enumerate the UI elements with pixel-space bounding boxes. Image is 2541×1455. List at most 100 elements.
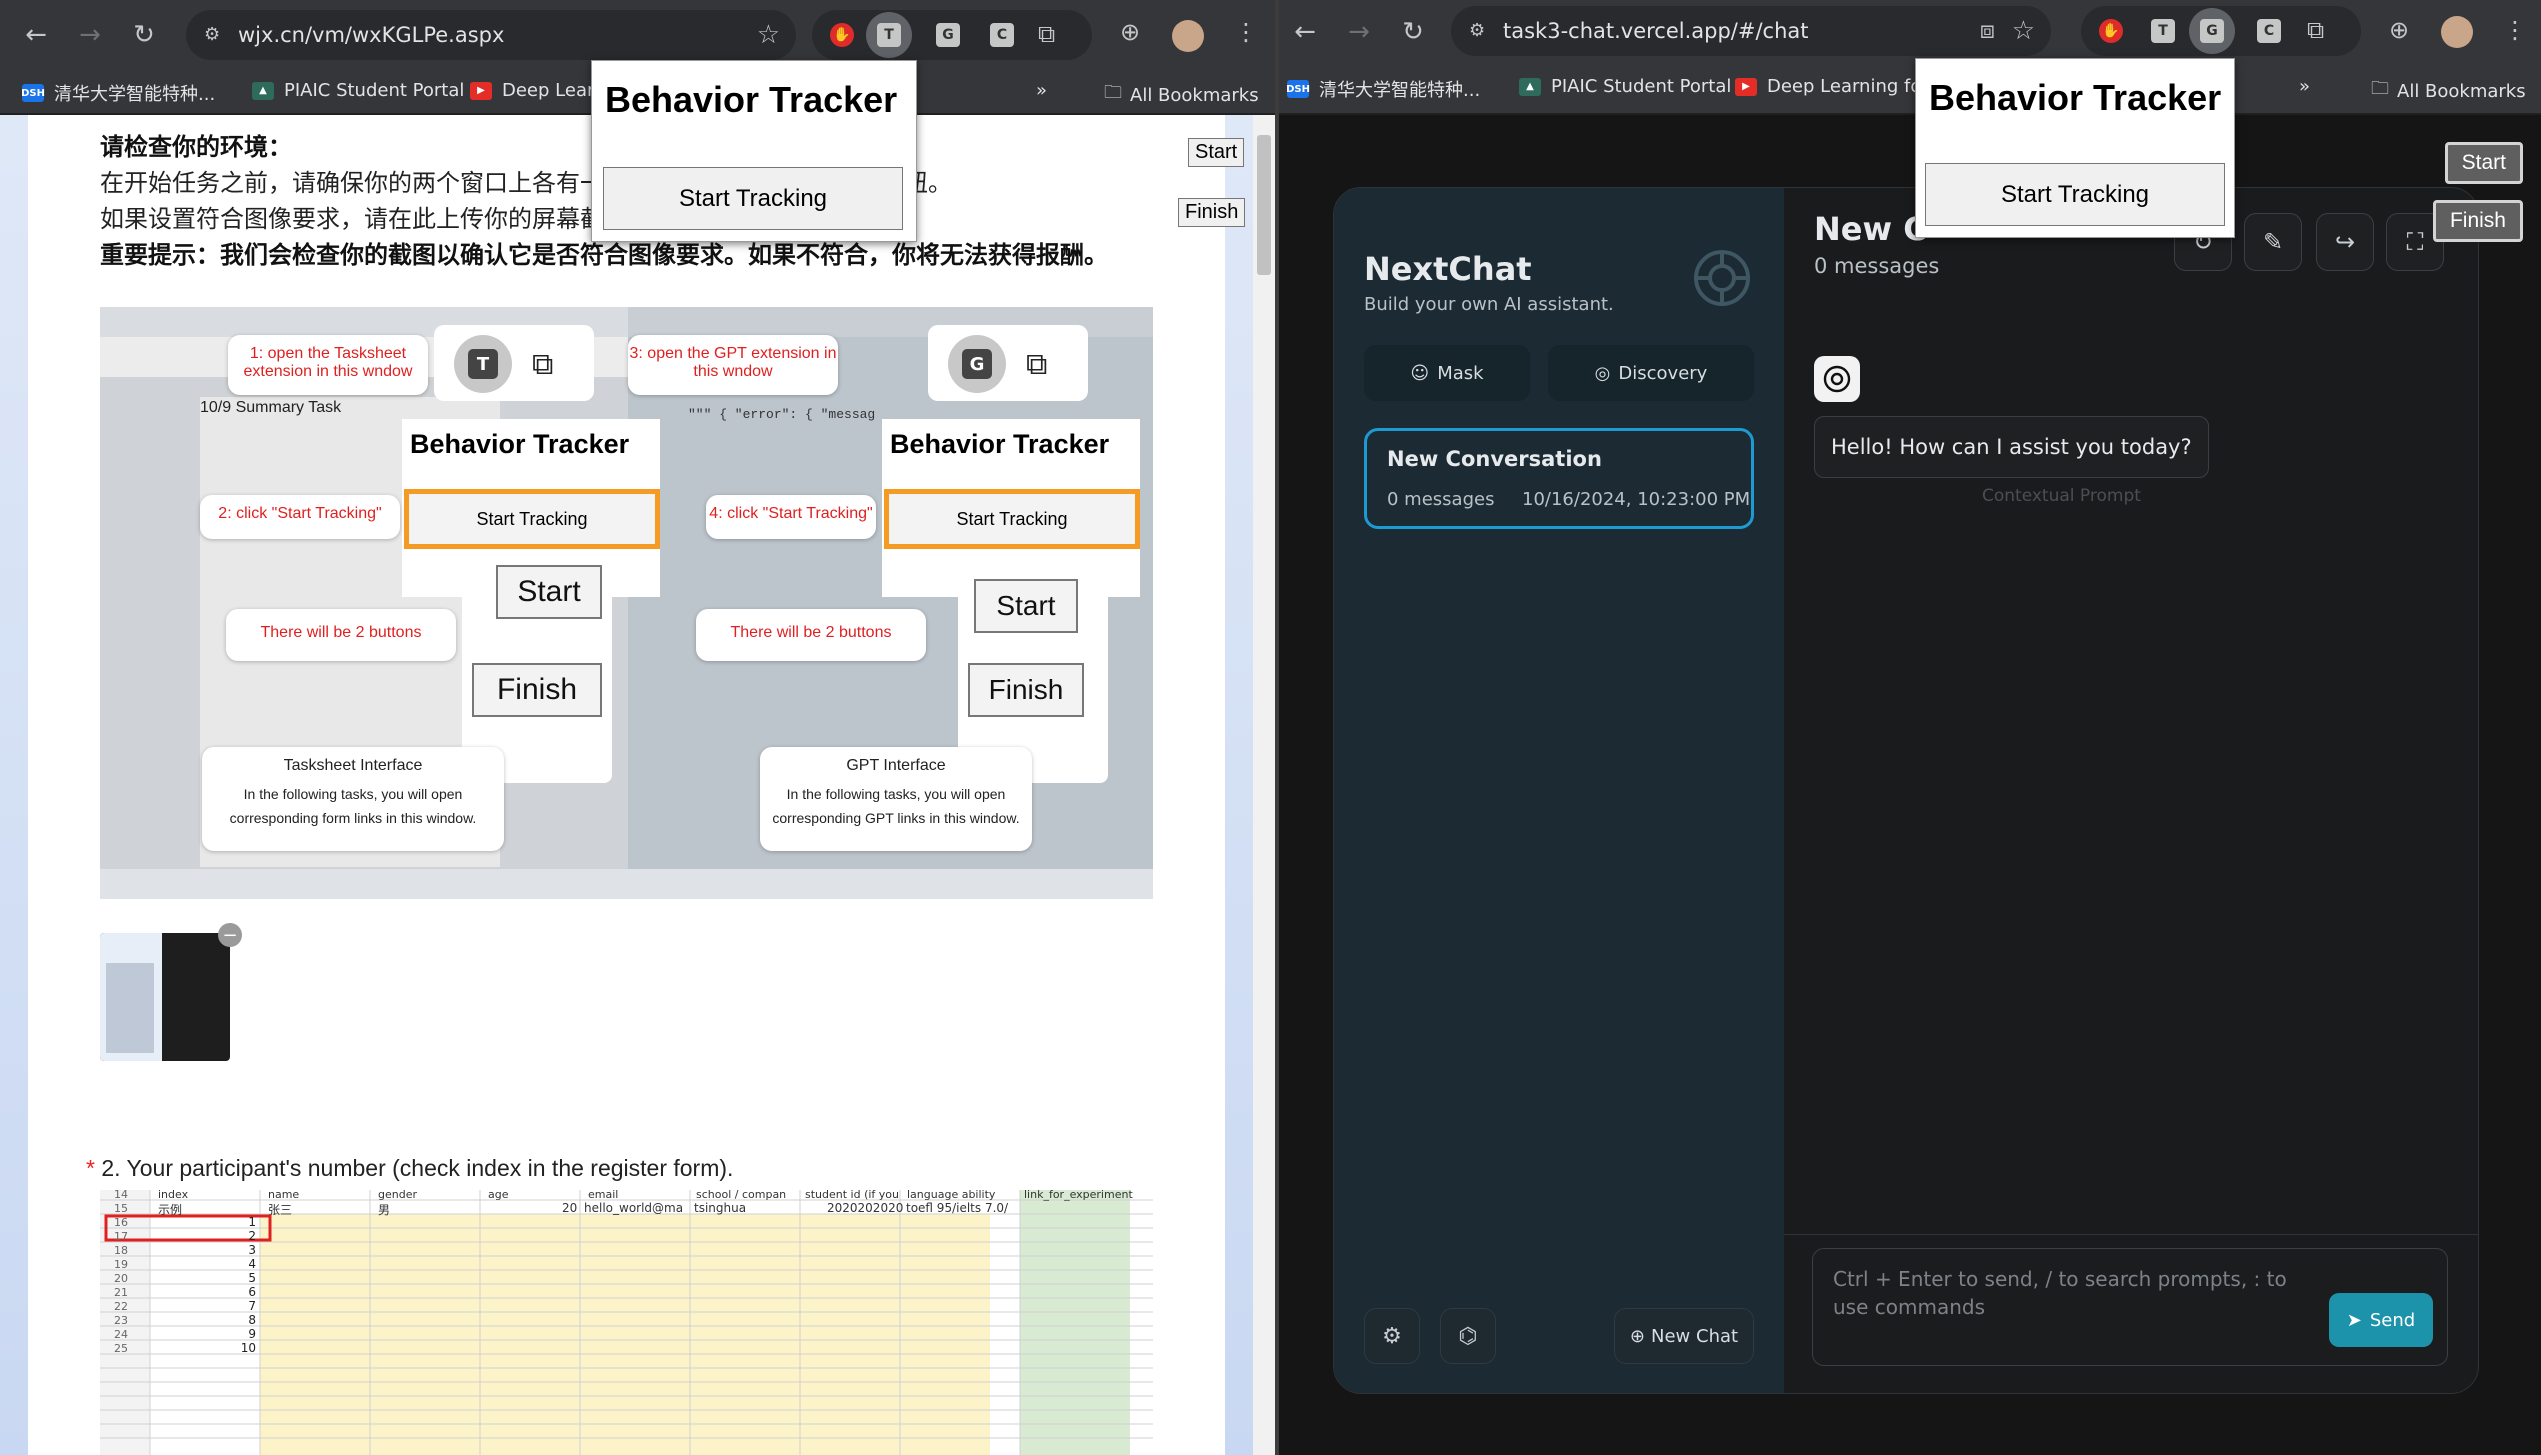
left-start-button[interactable]: Start xyxy=(1188,138,1245,167)
right-bookmarks-bar: DSH 清华大学智能特种... ▲ PIAIC Student Portal ▶ De… xyxy=(1279,70,2541,114)
back-icon-right[interactable]: ← xyxy=(1283,10,1327,54)
nextchat-app: NextChat Build your own AI assistant. ☺ M… xyxy=(1333,187,2479,1394)
right-start-button[interactable]: Start xyxy=(2444,142,2523,184)
site-settings-icon[interactable]: ⚙ xyxy=(204,24,220,45)
survey-page: 请检查你的环境： 在开始任务之前，请确保你的两个窗口上各有一 扭。 如果设置符合图… xyxy=(0,115,1275,1455)
shield-extension-icon-right[interactable]: ✋ xyxy=(2099,19,2123,43)
settings-icon[interactable]: ⚙ xyxy=(1364,1308,1420,1364)
chat-input[interactable]: Ctrl + Enter to send, / to search prompt… xyxy=(1812,1248,2448,1366)
bookmarks-overflow-right[interactable]: » xyxy=(2299,76,2310,97)
piaic-favicon-icon-right: ▲ xyxy=(1519,77,1541,96)
youtube-favicon-icon-right: ▶ xyxy=(1735,77,1757,96)
remove-upload-icon[interactable]: − xyxy=(218,923,242,947)
bookmark-tsinghua-right[interactable]: DSH 清华大学智能特种... xyxy=(1286,76,1480,102)
download-icon[interactable]: ⊕ xyxy=(1120,18,1140,46)
sheet-index-value: 5 xyxy=(248,1271,256,1285)
left-behavior-tracker-popup: Behavior Tracker Start Tracking xyxy=(591,60,917,242)
scrollbar-thumb[interactable] xyxy=(1257,135,1271,275)
sheet-example-cell-2: 男 xyxy=(378,1203,391,1217)
bookmark-deep-learning-right[interactable]: ▶ Deep Learning for xyxy=(1735,76,1929,97)
contextual-prompt-label: Contextual Prompt xyxy=(1982,486,2141,506)
right-toolbar: ← → ↻ ⚙ task3-chat.vercel.app/#/chat ⧈ ☆… xyxy=(1279,0,2541,70)
g-extension-icon[interactable]: G xyxy=(936,23,960,47)
download-icon-right[interactable]: ⊕ xyxy=(2389,16,2409,44)
guide-puzzle-icon-2: ⧉ xyxy=(1026,347,1048,382)
share-icon[interactable]: ↪ xyxy=(2316,213,2374,271)
sheet-example-cell-3: 20 xyxy=(562,1201,578,1215)
conversation-count: 0 messages xyxy=(1387,489,1495,510)
reload-icon-right[interactable]: ↻ xyxy=(1391,10,1435,54)
site-settings-icon-right[interactable]: ⚙ xyxy=(1469,20,1485,41)
c-extension-icon[interactable]: C xyxy=(990,23,1014,47)
reload-icon[interactable]: ↻ xyxy=(122,13,166,57)
address-bar[interactable]: ⚙ wjx.cn/vm/wxKGLPe.aspx ☆ xyxy=(186,10,796,60)
guide-start-right: Start xyxy=(974,579,1078,633)
c-extension-icon-right[interactable]: C xyxy=(2257,19,2281,43)
edit-icon[interactable]: ✎ xyxy=(2244,213,2302,271)
sheet-row-number: 25 xyxy=(114,1342,128,1355)
shield-extension-icon[interactable]: ✋ xyxy=(830,23,854,47)
menu-kebab-icon-right[interactable]: ⋮ xyxy=(2503,16,2527,44)
puzzle-extensions-icon-right[interactable]: ⧉ xyxy=(2307,16,2324,44)
forward-icon-right[interactable]: → xyxy=(1337,10,1381,54)
send-button[interactable]: ➤ Send xyxy=(2329,1293,2433,1347)
sheet-header-index: index xyxy=(158,1190,189,1201)
guide-ext-toolbar-2: G ⧉ xyxy=(928,325,1088,401)
forward-icon[interactable]: → xyxy=(68,13,112,57)
right-finish-button[interactable]: Finish xyxy=(2432,200,2523,242)
guide-tasksheet-card: Tasksheet Interface In the following tas… xyxy=(202,747,504,851)
mask-icon: ☺ xyxy=(1410,362,1430,384)
setup-guide-image: 10/9 Summary Task """ { "error": { "mess… xyxy=(100,307,1153,899)
install-app-icon[interactable]: ⧈ xyxy=(1980,16,1995,44)
conversation-date: 10/16/2024, 10:23:00 PM xyxy=(1522,489,1751,510)
piaic-favicon-icon: ▲ xyxy=(252,81,274,100)
new-chat-button[interactable]: ⊕ New Chat xyxy=(1614,1308,1754,1364)
g-extension-icon-right[interactable]: G xyxy=(2200,19,2224,43)
bookmark-star-icon[interactable]: ☆ xyxy=(757,20,780,50)
all-bookmarks[interactable]: 🗀 All Bookmarks xyxy=(1104,80,1259,110)
bookmark-piaic[interactable]: ▲ PIAIC Student Portal xyxy=(252,80,464,101)
env-title: 请检查你的环境： xyxy=(100,133,292,161)
bookmark-tsinghua[interactable]: DSH 清华大学智能特种... xyxy=(21,80,215,106)
t-extension-icon[interactable]: T xyxy=(877,23,901,47)
conversation-item[interactable]: New Conversation 0 messages 10/16/2024, … xyxy=(1364,428,1754,529)
guide-step-1: 1: open the Tasksheet extension in this … xyxy=(228,335,428,395)
guide-taskbar xyxy=(100,869,1153,899)
input-divider xyxy=(1784,1234,2478,1235)
page-scrollbar[interactable] xyxy=(1253,115,1275,1455)
left-finish-button[interactable]: Finish xyxy=(1178,198,1246,227)
t-extension-icon-right[interactable]: T xyxy=(2151,19,2175,43)
right-behavior-tracker-popup: Behavior Tracker Start Tracking xyxy=(1915,58,2235,238)
right-start-tracking-button[interactable]: Start Tracking xyxy=(1925,163,2225,226)
sheet-header-email: email xyxy=(588,1190,619,1201)
discovery-button[interactable]: ◎ Discovery xyxy=(1548,345,1754,401)
left-side-gradient xyxy=(0,115,28,1455)
address-bar-right[interactable]: ⚙ task3-chat.vercel.app/#/chat ⧈ ☆ xyxy=(1451,6,2051,56)
bookmark-deep-learning[interactable]: ▶ Deep Learn xyxy=(470,80,605,101)
conversation-title: New Conversation xyxy=(1387,447,1602,471)
left-tracker-title: Behavior Tracker xyxy=(605,79,898,120)
guide-puzzle-icon: ⧉ xyxy=(532,347,554,382)
menu-kebab-icon[interactable]: ⋮ xyxy=(1234,18,1258,46)
sheet-row-number: 14 xyxy=(114,1190,128,1201)
back-icon[interactable]: ← xyxy=(14,13,58,57)
all-bookmarks-right[interactable]: 🗀 All Bookmarks xyxy=(2371,76,2526,106)
bookmarks-overflow[interactable]: » xyxy=(1036,80,1047,101)
sheet-row-number: 22 xyxy=(114,1300,128,1313)
uploaded-screenshot-thumbnail[interactable] xyxy=(100,933,230,1061)
puzzle-extensions-icon[interactable]: ⧉ xyxy=(1038,20,1055,48)
sheet-header-student-id: student id (if you xyxy=(805,1190,900,1201)
bookmark-star-icon-right[interactable]: ☆ xyxy=(2012,16,2035,46)
github-icon[interactable]: ⌬ xyxy=(1440,1308,1496,1364)
profile-avatar[interactable] xyxy=(1172,20,1204,52)
sheet-row-number: 24 xyxy=(114,1328,128,1341)
bookmark-piaic-right[interactable]: ▲ PIAIC Student Portal xyxy=(1519,76,1731,97)
profile-avatar-right[interactable] xyxy=(2441,16,2473,48)
chat-title: New C xyxy=(1814,210,1927,248)
mask-button[interactable]: ☺ Mask xyxy=(1364,345,1530,401)
left-start-tracking-button[interactable]: Start Tracking xyxy=(603,167,903,230)
guide-finish-right: Finish xyxy=(968,663,1084,717)
sheet-example-cell-5: tsinghua xyxy=(694,1201,747,1215)
sheet-row-number: 17 xyxy=(114,1230,128,1243)
youtube-favicon-icon: ▶ xyxy=(470,81,492,100)
